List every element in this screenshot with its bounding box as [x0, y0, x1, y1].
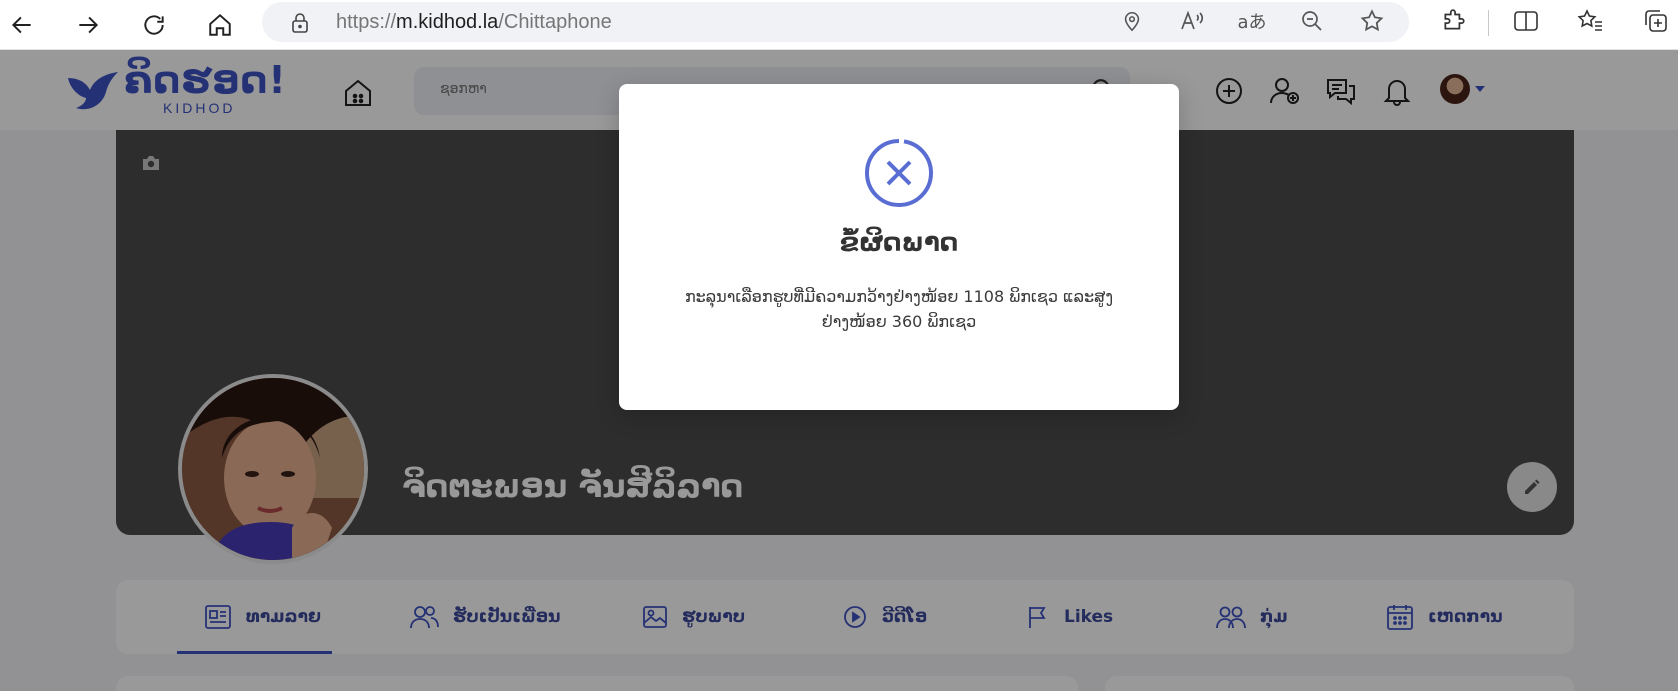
split-screen-icon	[1514, 11, 1538, 31]
favorites-button[interactable]	[1574, 5, 1606, 37]
home-button[interactable]	[200, 5, 240, 45]
read-aloud-icon	[1181, 10, 1204, 30]
read-aloud-button[interactable]	[1176, 5, 1208, 37]
forward-button[interactable]	[68, 5, 108, 45]
favorites-icon	[1577, 9, 1602, 31]
collections-icon	[1645, 10, 1667, 32]
puzzle-icon	[1444, 9, 1465, 30]
lock-icon	[292, 13, 308, 33]
zoom-out-icon	[1302, 11, 1322, 31]
star-icon	[1360, 9, 1384, 32]
favorite-button[interactable]	[1356, 5, 1388, 37]
url-text: https://m.kidhod.la/Chittaphone	[336, 11, 612, 33]
split-screen-button[interactable]	[1510, 5, 1542, 37]
dialog-message: ກະລຸນາເລືອກຮູບທີ່ມີຄວາມກວ້າງຢ່າງໜ້ອຍ 110…	[684, 287, 1114, 331]
dialog-title: ຂໍ້ຜິດພາດ	[839, 228, 959, 258]
location-button[interactable]	[1116, 5, 1148, 37]
reload-icon	[144, 15, 164, 35]
back-button[interactable]	[2, 5, 42, 45]
error-x-icon	[865, 139, 933, 207]
browser-toolbar: https://m.kidhod.la/Chittaphone aあ	[0, 0, 1678, 50]
home-icon	[209, 13, 231, 36]
arrow-right-icon	[79, 16, 99, 34]
translate-icon: aあ	[1237, 12, 1267, 33]
location-icon	[1124, 11, 1140, 32]
reload-button[interactable]	[134, 5, 174, 45]
toolbar-divider	[1488, 10, 1489, 36]
error-dialog: ຂໍ້ຜິດພາດ ກະລຸນາເລືອກຮູບທີ່ມີຄວາມກວ້າງຢ່…	[619, 84, 1179, 410]
collections-button[interactable]	[1640, 5, 1672, 37]
arrow-left-icon	[11, 16, 31, 34]
zoom-out-button[interactable]	[1296, 5, 1328, 37]
translate-button[interactable]: aあ	[1236, 5, 1268, 37]
extensions-button[interactable]	[1438, 5, 1470, 37]
